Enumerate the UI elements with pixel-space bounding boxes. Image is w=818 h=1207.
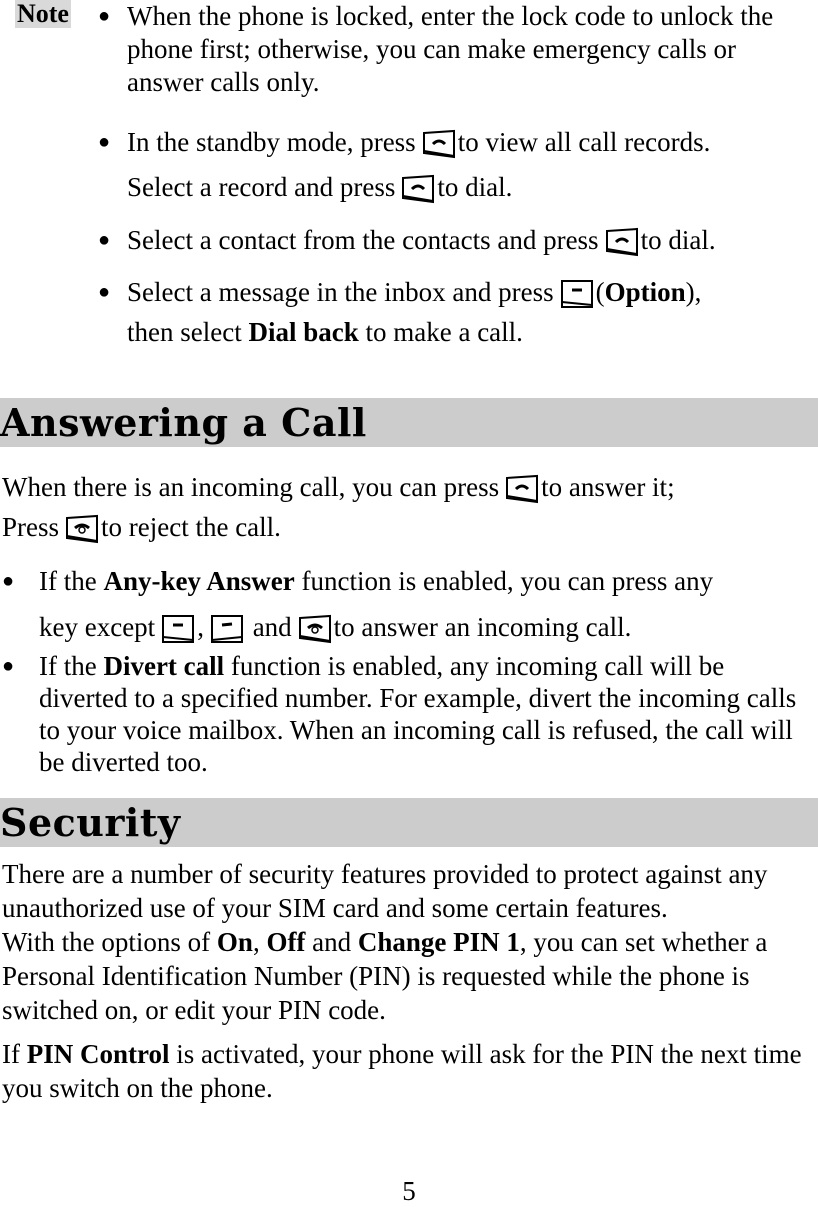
note-item-text: then select — [127, 317, 242, 347]
note-item-text: Select a record and press — [127, 172, 396, 202]
bullet-text: , — [197, 612, 204, 642]
answering-intro: When there is an incoming call, you can … — [2, 467, 818, 547]
bullet-icon: ● — [2, 655, 15, 677]
end-key-icon — [298, 614, 331, 644]
para-text: If — [2, 1039, 20, 1069]
right-soft-key-icon — [210, 614, 243, 643]
answering-bullets: ● If the Any-key Answer function is enab… — [0, 558, 818, 778]
security-para-2: With the options of On, Off and Change P… — [2, 925, 818, 1027]
security-para-3: If PIN Control is activated, your phone … — [2, 1037, 818, 1105]
intro-text: to answer it; — [541, 472, 675, 502]
note-list: ● When the phone is locked, enter the lo… — [90, 0, 810, 352]
intro-text: Press — [2, 512, 60, 542]
note-item-text: ( — [595, 277, 605, 307]
option-keyword: Option — [604, 277, 686, 307]
change-pin-keyword: Change PIN 1 — [357, 927, 520, 957]
para-text: With the options of — [2, 927, 211, 957]
left-soft-key-icon — [161, 614, 195, 643]
note-item-text: ), — [685, 277, 702, 307]
bullet-text: If the — [39, 566, 97, 596]
note-item: ● When the phone is locked, enter the lo… — [90, 0, 810, 99]
note-item-text: to make a call. — [365, 317, 523, 347]
bullet-icon: ● — [98, 281, 111, 303]
note-item: ● In the standby mode, press to view all … — [90, 120, 810, 210]
section-heading-security: Security — [0, 798, 818, 847]
pin-control-keyword: PIN Control — [26, 1039, 170, 1069]
note-item-text: In the standby mode, press — [127, 127, 416, 157]
bullet-icon: ● — [98, 5, 111, 27]
intro-text: to reject the call. — [101, 512, 281, 542]
send-key-icon — [605, 227, 638, 257]
bullet-text: and — [252, 612, 292, 642]
security-para-1: There are a number of security features … — [2, 859, 768, 923]
note-item-text: Select a contact from the contacts and p… — [127, 225, 599, 255]
intro-text: When there is an incoming call, you can … — [2, 472, 500, 502]
note-item-text: Select a message in the inbox and press — [127, 277, 554, 307]
bullet-text: to answer an incoming call. — [333, 612, 632, 642]
any-key-answer-keyword: Any-key Answer — [103, 566, 295, 596]
para-text: , — [252, 927, 260, 957]
send-key-icon — [505, 474, 539, 504]
on-keyword: On — [216, 927, 253, 957]
bullet-icon: ● — [98, 131, 111, 153]
bullet-text: key except — [39, 612, 156, 642]
divert-call-keyword: Divert call — [103, 651, 225, 681]
end-key-icon — [65, 514, 99, 544]
page-number: 5 — [402, 1176, 416, 1206]
note-item: ● Select a contact from the contacts and… — [90, 218, 810, 263]
note-item: ● Select a message in the inbox and pres… — [90, 272, 810, 352]
note-label: Note — [15, 0, 71, 28]
bullet-item: ● If the Any-key Answer function is enab… — [0, 558, 818, 650]
bullet-text: function is enabled, you can press any — [301, 566, 714, 596]
note-item-text: to view all call records. — [457, 127, 711, 157]
para-text: and — [312, 927, 352, 957]
dial-back-keyword: Dial back — [248, 317, 359, 347]
note-item-text: to dial. — [437, 172, 513, 202]
bullet-icon: ● — [98, 229, 111, 251]
note-item-text: to dial. — [640, 225, 716, 255]
send-key-icon — [401, 174, 435, 204]
note-item-text: When the phone is locked, enter the lock… — [127, 1, 774, 97]
off-keyword: Off — [266, 927, 306, 957]
bullet-text: If the — [39, 651, 97, 681]
section-heading-answering: Answering a Call — [0, 398, 818, 447]
bullet-icon: ● — [2, 570, 15, 592]
send-key-icon — [422, 129, 455, 159]
left-soft-key-icon — [560, 279, 593, 308]
bullet-item: ● If the Divert call function is enabled… — [0, 650, 818, 778]
